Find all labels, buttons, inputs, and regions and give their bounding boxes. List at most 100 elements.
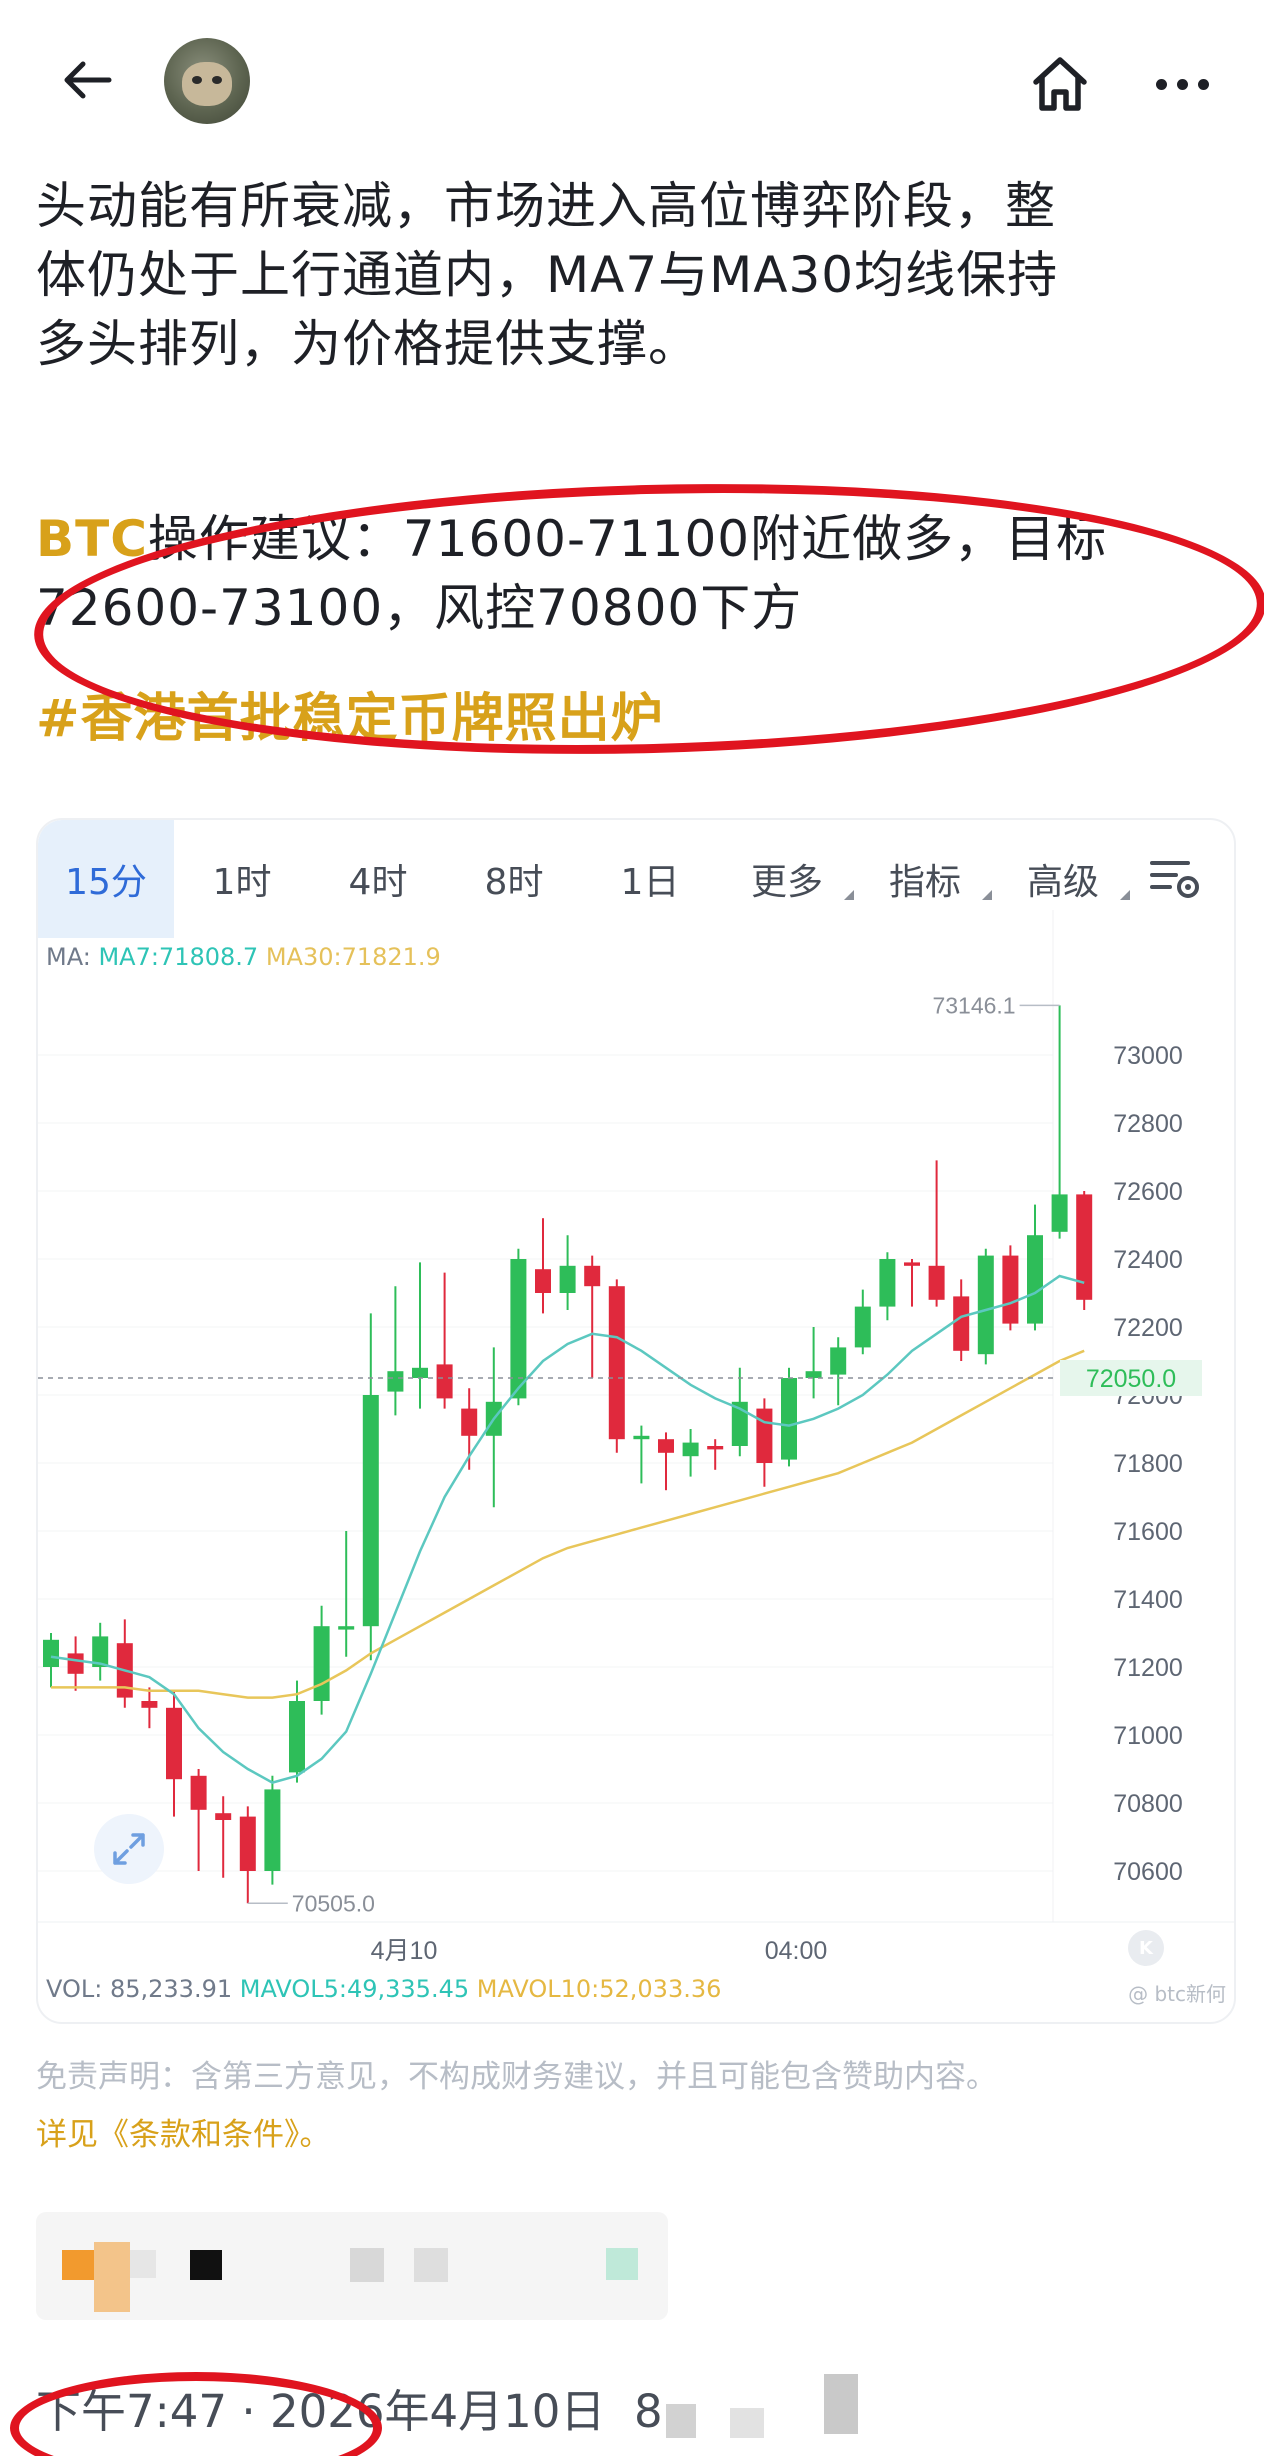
candle-body bbox=[215, 1813, 232, 1820]
y-tick-label: 71800 bbox=[1113, 1450, 1183, 1478]
ma30-line bbox=[51, 1349, 1085, 1699]
post-line: 体仍处于上行通道内，MA7与MA30均线保持 bbox=[36, 246, 1059, 304]
candle-body bbox=[67, 1653, 84, 1674]
candle-body bbox=[289, 1701, 305, 1773]
candle-body bbox=[535, 1269, 551, 1293]
blurred-blob bbox=[130, 2250, 156, 2278]
candle-body bbox=[1051, 1194, 1068, 1232]
view-count-prefix: 8 bbox=[634, 2385, 663, 2438]
candle-body bbox=[854, 1306, 871, 1348]
y-tick-label: 72600 bbox=[1113, 1178, 1183, 1206]
avatar-eye-right bbox=[212, 76, 222, 84]
candlestick-plot[interactable]: 7060070800710007120071400716007180072000… bbox=[38, 820, 1236, 2024]
exchange-logo-icon: K bbox=[1128, 1930, 1164, 1966]
low-annotation-label: 70505.0 bbox=[292, 1890, 375, 1916]
back-arrow-icon bbox=[64, 61, 112, 99]
mavol5-value: MAVOL5:49,335.45 bbox=[239, 1975, 470, 2003]
more-button[interactable] bbox=[1142, 48, 1222, 120]
post-line: 头动能有所衰减，市场进入高位博弈阶段，整 bbox=[36, 177, 1056, 235]
candle-body bbox=[953, 1296, 970, 1351]
blurred-blob bbox=[190, 2250, 222, 2280]
blurred-blob bbox=[94, 2242, 130, 2312]
high-annotation-label: 73146.1 bbox=[932, 992, 1015, 1018]
candle-body bbox=[190, 1775, 207, 1810]
home-button[interactable] bbox=[1022, 48, 1098, 120]
candle-body bbox=[461, 1408, 478, 1436]
candle-body bbox=[608, 1286, 625, 1440]
candle-body bbox=[1002, 1255, 1019, 1324]
candle-body bbox=[338, 1626, 355, 1630]
y-tick-label: 72800 bbox=[1113, 1110, 1183, 1138]
candle-body bbox=[756, 1408, 773, 1463]
avatar[interactable] bbox=[164, 38, 250, 124]
candle-body bbox=[658, 1439, 674, 1453]
more-dot-icon bbox=[1197, 78, 1209, 90]
ma7-line bbox=[50, 1274, 1085, 1784]
avatar-face bbox=[182, 62, 232, 106]
terms-link[interactable]: 详见《条款和条件》。 bbox=[36, 2110, 331, 2160]
candle-body bbox=[928, 1265, 945, 1300]
blurred-blob bbox=[666, 2404, 696, 2438]
blurred-reactions-bar bbox=[36, 2212, 668, 2320]
candle-body bbox=[412, 1367, 428, 1378]
top-bar bbox=[0, 0, 1264, 165]
candle-body bbox=[830, 1347, 847, 1375]
post-paragraph: 头动能有所衰减，市场进入高位博弈阶段，整 体仍处于上行通道内，MA7与MA30均… bbox=[36, 172, 1236, 379]
candle-body bbox=[977, 1255, 994, 1355]
avatar-eye-left bbox=[192, 76, 202, 84]
blurred-blob bbox=[414, 2248, 448, 2282]
x-tick-label: 04:00 bbox=[765, 1937, 828, 1965]
trade-advice: BTC操作建议：71600-71100附近做多，目标 72600-73100，风… bbox=[36, 505, 1246, 643]
candle-body bbox=[362, 1395, 379, 1627]
y-tick-label: 71200 bbox=[1113, 1654, 1183, 1682]
disclaimer-text: 免责声明：含第三方意见，不构成财务建议，并且可能包含赞助内容。 bbox=[36, 2059, 997, 2095]
candle-body bbox=[805, 1371, 822, 1378]
y-tick-label: 71400 bbox=[1113, 1586, 1183, 1614]
y-tick-label: 71600 bbox=[1113, 1518, 1183, 1546]
candle-body bbox=[141, 1701, 158, 1708]
candle-body bbox=[43, 1639, 59, 1667]
author-watermark: @ btc新何 bbox=[1128, 1982, 1226, 2006]
candle-body bbox=[682, 1442, 699, 1457]
post-timestamp: 下午7:47 · 2026年4月10日 8 bbox=[36, 2380, 663, 2444]
y-tick-label: 70800 bbox=[1113, 1790, 1183, 1818]
y-tick-label: 73000 bbox=[1113, 1042, 1183, 1070]
candle-body bbox=[584, 1265, 601, 1287]
blurred-blob bbox=[350, 2248, 384, 2282]
kline-chart-card: 15分 1时 4时 8时 1日 更多 指标 高级 MA: MA7:71808.7… bbox=[36, 818, 1236, 2024]
hashtag-link[interactable]: #香港首批稳定币牌照出炉 bbox=[36, 684, 664, 754]
blurred-blob bbox=[606, 2248, 638, 2280]
candle-body bbox=[559, 1265, 576, 1293]
candle-body bbox=[387, 1371, 404, 1392]
candle-body bbox=[264, 1789, 281, 1871]
expand-icon bbox=[113, 1833, 145, 1865]
candle-body bbox=[633, 1435, 650, 1440]
advice-line-2: 72600-73100，风控70800下方 bbox=[36, 579, 803, 637]
candle-body bbox=[313, 1626, 330, 1701]
candle-body bbox=[781, 1378, 797, 1460]
x-tick-label: 4月10 bbox=[371, 1937, 438, 1965]
back-button[interactable] bbox=[52, 45, 122, 115]
advice-line-1: 操作建议：71600-71100附近做多，目标 bbox=[147, 510, 1108, 568]
mavol10-value: MAVOL10:52,033.36 bbox=[476, 1975, 722, 2003]
candle-body bbox=[1076, 1194, 1093, 1300]
blurred-blob bbox=[730, 2408, 764, 2438]
cashtag-link[interactable]: BTC bbox=[36, 510, 148, 568]
post-line: 多头排列，为价格提供支撑。 bbox=[36, 315, 699, 373]
home-icon bbox=[1033, 57, 1087, 111]
vol-value: VOL: 85,233.91 bbox=[46, 1975, 233, 2003]
more-dot-icon bbox=[1176, 78, 1188, 90]
candle-body bbox=[436, 1364, 453, 1399]
y-tick-label: 72400 bbox=[1113, 1246, 1183, 1274]
y-tick-label: 72200 bbox=[1113, 1314, 1183, 1342]
volume-legend: VOL: 85,233.91 MAVOL5:49,335.45 MAVOL10:… bbox=[46, 1972, 721, 2006]
timestamp-text: 下午7:47 · 2026年4月10日 bbox=[36, 2385, 606, 2438]
expand-chart-button[interactable] bbox=[94, 1814, 164, 1884]
candle-body bbox=[166, 1707, 182, 1780]
candle-body bbox=[879, 1259, 896, 1307]
candle-body bbox=[904, 1262, 920, 1266]
y-tick-label: 70600 bbox=[1113, 1858, 1183, 1886]
more-dot-icon bbox=[1155, 78, 1167, 90]
y-tick-label: 71000 bbox=[1113, 1722, 1183, 1750]
current-price-label: 72050.0 bbox=[1086, 1365, 1176, 1393]
